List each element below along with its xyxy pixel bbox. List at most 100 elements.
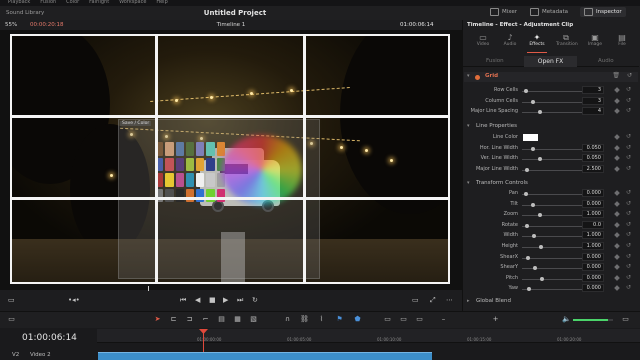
reset-icon[interactable]: ↺ xyxy=(626,189,631,196)
param-slider[interactable] xyxy=(522,289,584,291)
param-value-field[interactable]: 0.0 xyxy=(582,220,604,229)
keyframe-icon[interactable] xyxy=(614,221,620,228)
menu-workspace[interactable]: Workspace xyxy=(119,0,146,5)
param-slider[interactable] xyxy=(522,278,584,280)
menu-color[interactable]: Color xyxy=(66,0,79,5)
play-reverse-icon[interactable]: ◀ xyxy=(195,296,200,304)
reset-icon[interactable]: ↺ xyxy=(626,144,631,151)
param-value-field[interactable]: 1.000 xyxy=(582,210,604,219)
keyframe-icon[interactable] xyxy=(614,285,620,292)
line-color-swatch[interactable] xyxy=(523,134,538,141)
param-slider[interactable] xyxy=(522,247,584,248)
slider-knob[interactable] xyxy=(531,99,535,104)
dynamic-trim-icon[interactable]: ⊐ xyxy=(186,315,193,323)
keyframe-icon[interactable] xyxy=(614,232,620,239)
param-slider[interactable] xyxy=(522,194,584,195)
slider-knob[interactable] xyxy=(533,266,537,271)
fullscreen-icon[interactable]: ⤢ xyxy=(430,296,436,305)
param-value-field[interactable]: 1.000 xyxy=(582,231,604,240)
grid-effect-header[interactable]: ▾ Grid 🗑 ↺ xyxy=(464,72,638,82)
skip-start-icon[interactable]: ⏮ xyxy=(180,296,186,305)
menu-help[interactable]: Help xyxy=(156,0,167,5)
slider-knob[interactable] xyxy=(531,146,535,151)
reset-icon[interactable]: ↺ xyxy=(626,231,631,238)
param-value-field[interactable]: 4 xyxy=(582,107,604,116)
tab-audio[interactable]: ♪ Audio xyxy=(500,33,520,47)
reset-icon[interactable]: ↺ xyxy=(626,253,631,260)
viewer-mode-icon[interactable]: ▭ xyxy=(8,296,15,304)
reset-icon[interactable]: ↺ xyxy=(626,133,631,140)
zoom-out-icon[interactable]: – xyxy=(440,315,447,323)
param-slider[interactable] xyxy=(522,159,584,161)
reset-icon[interactable]: ↺ xyxy=(626,221,631,228)
menu-fairlight[interactable]: Fairlight xyxy=(89,0,109,5)
reset-icon[interactable]: ↺ xyxy=(626,200,631,207)
zoom-full-icon[interactable]: ▭ xyxy=(384,315,391,323)
metadata-button[interactable]: Metadata xyxy=(530,8,568,16)
keyframe-icon[interactable] xyxy=(614,190,620,196)
play-icon[interactable]: ▶ xyxy=(223,296,228,304)
param-slider[interactable] xyxy=(522,91,584,92)
marker-icon[interactable]: ⬟ xyxy=(354,315,361,323)
mixer-button[interactable]: Mixer xyxy=(490,8,517,16)
menu-fusion[interactable]: Fusion xyxy=(40,0,56,5)
slider-knob[interactable] xyxy=(538,213,542,218)
menu-playback[interactable]: Playback xyxy=(8,0,30,5)
line-properties-header[interactable]: ▾ Line Properties xyxy=(464,122,638,132)
keyframe-icon[interactable] xyxy=(614,211,620,218)
slider-knob[interactable] xyxy=(525,223,529,228)
tab-transition[interactable]: ⧉ Transition xyxy=(556,33,578,47)
param-value-field[interactable]: 0.050 xyxy=(582,154,604,163)
param-value-field[interactable]: 0.000 xyxy=(582,252,604,261)
subtab-audio[interactable]: Audio xyxy=(598,58,614,64)
overwrite-clip-icon[interactable]: ▦ xyxy=(234,315,241,323)
param-slider[interactable] xyxy=(522,268,584,270)
param-value-field[interactable]: 2.500 xyxy=(582,164,604,173)
safe-area-icon[interactable]: ▭ xyxy=(412,296,419,304)
replace-clip-icon[interactable]: ▧ xyxy=(250,315,257,323)
jog-icon[interactable]: •◂• xyxy=(68,296,80,304)
slider-knob[interactable] xyxy=(532,234,536,239)
viewer-options-icon[interactable]: ⋯ xyxy=(446,296,453,304)
reset-icon[interactable]: ↺ xyxy=(626,154,631,161)
param-value-field[interactable]: 0.000 xyxy=(582,284,604,293)
tab-effects[interactable]: ✦ Effects xyxy=(527,33,547,47)
keyframe-icon[interactable] xyxy=(614,97,620,104)
keyframe-icon[interactable] xyxy=(614,134,620,140)
keyframe-icon[interactable] xyxy=(614,253,620,260)
reset-icon[interactable]: ↺ xyxy=(626,86,631,93)
keyframe-icon[interactable] xyxy=(614,243,620,249)
reset-icon[interactable]: ↺ xyxy=(626,165,631,172)
slider-knob[interactable] xyxy=(525,167,529,172)
delete-icon[interactable]: 🗑 xyxy=(612,72,620,79)
slider-knob[interactable] xyxy=(524,192,528,196)
skip-end-icon[interactable]: ⏭ xyxy=(237,296,243,305)
snapping-icon[interactable]: ∩ xyxy=(284,315,291,323)
param-value-field[interactable]: 0.000 xyxy=(582,199,604,208)
zoom-detail-icon[interactable]: ▭ xyxy=(400,315,407,323)
slider-knob[interactable] xyxy=(538,157,542,162)
reset-icon[interactable]: ↺ xyxy=(626,242,631,249)
inspector-button[interactable]: Inspector xyxy=(580,7,626,17)
subtab-openfx[interactable]: Open FX xyxy=(524,56,577,67)
layout-icon[interactable]: ▭ xyxy=(8,315,15,323)
zoom-in-icon[interactable]: + xyxy=(492,315,499,323)
param-value-field[interactable]: 0.000 xyxy=(582,189,604,197)
keyframe-icon[interactable] xyxy=(614,274,620,281)
reset-icon[interactable]: ↺ xyxy=(626,284,631,291)
reset-icon[interactable]: ↺ xyxy=(626,274,631,281)
param-slider[interactable] xyxy=(522,112,584,114)
keyframe-icon[interactable] xyxy=(614,200,620,207)
selection-tool-icon[interactable]: ➤ xyxy=(154,315,161,323)
reset-icon[interactable]: ↺ xyxy=(627,72,632,79)
param-slider[interactable] xyxy=(522,257,584,259)
tab-image[interactable]: ▣ Image xyxy=(585,33,605,47)
stop-icon[interactable]: ■ xyxy=(209,296,216,304)
reset-icon[interactable]: ↺ xyxy=(626,263,631,270)
reset-icon[interactable]: ↺ xyxy=(626,210,631,217)
reset-icon[interactable]: ↺ xyxy=(626,107,631,114)
link-icon[interactable]: ⛓ xyxy=(300,315,309,323)
position-lock-icon[interactable]: ⌇ xyxy=(318,315,325,323)
param-value-field[interactable]: 3 xyxy=(582,86,604,94)
keyframe-icon[interactable] xyxy=(614,108,620,115)
